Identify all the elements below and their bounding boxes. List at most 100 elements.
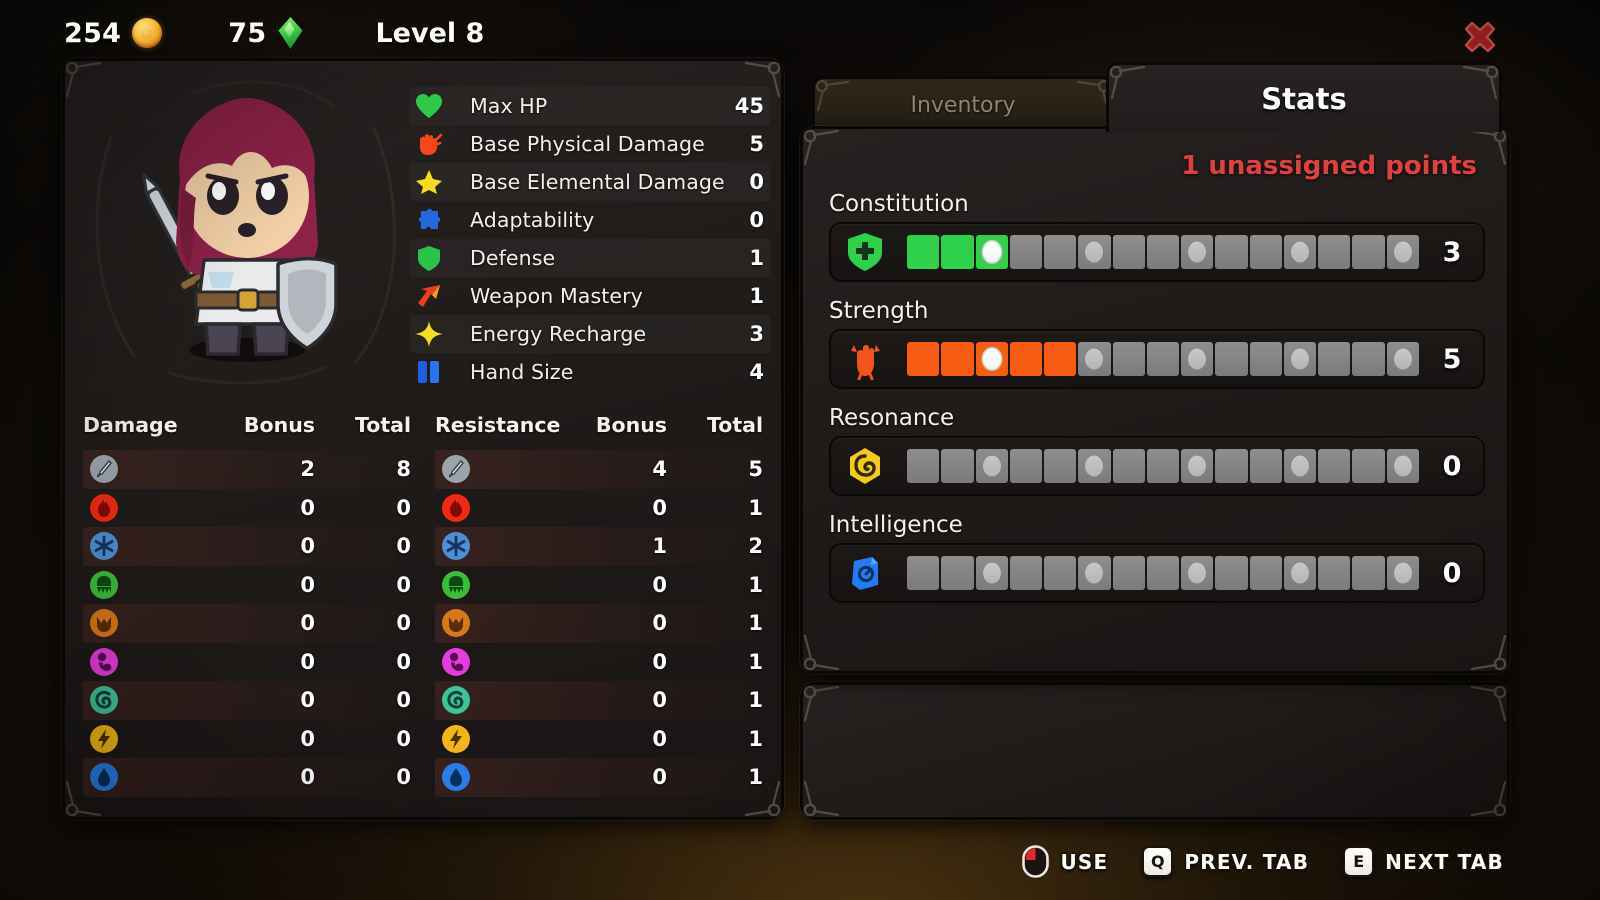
fire-icon: [441, 493, 471, 523]
attribute-pip[interactable]: [1181, 235, 1214, 269]
attribute-bar[interactable]: 0: [829, 543, 1485, 603]
attribute-pip[interactable]: [1044, 342, 1077, 376]
attribute-pip[interactable]: [941, 342, 974, 376]
attribute-pip[interactable]: [1112, 235, 1145, 269]
attribute-pip[interactable]: [1318, 235, 1351, 269]
attribute-bar[interactable]: 0: [829, 436, 1485, 496]
coin-icon: [132, 18, 163, 48]
resistance-bonus: 0: [652, 726, 667, 751]
attribute-pip[interactable]: [1078, 556, 1111, 590]
attribute-pip[interactable]: [975, 449, 1008, 483]
attribute-pip[interactable]: [1283, 449, 1317, 483]
attribute-pip[interactable]: [1352, 235, 1385, 269]
attribute-pip[interactable]: [1318, 449, 1351, 483]
attribute-pip[interactable]: [1386, 235, 1419, 269]
attribute-pip[interactable]: [1386, 449, 1419, 483]
attribute-pip[interactable]: [907, 235, 940, 269]
attribute-pip[interactable]: [941, 449, 974, 483]
resistance-table-header: Resistance Bonus Total: [435, 413, 767, 447]
resistance-total: 1: [748, 688, 763, 713]
damage-resistance-tables: Damage Bonus Total 28 00 00 00 00 00 00 …: [83, 413, 767, 797]
attribute-pip[interactable]: [1215, 235, 1248, 269]
attribute-pip[interactable]: [1112, 556, 1145, 590]
attribute-pip[interactable]: [1009, 449, 1043, 483]
attribute-pip[interactable]: [1078, 235, 1111, 269]
earth-icon: [441, 608, 471, 638]
attribute-pip[interactable]: [1146, 449, 1180, 483]
attribute-pip[interactable]: [1215, 556, 1248, 590]
attribute-pip[interactable]: [1215, 342, 1248, 376]
attribute-pip[interactable]: [1112, 449, 1145, 483]
tab-inventory[interactable]: Inventory: [812, 76, 1114, 132]
attribute-pip[interactable]: [1078, 342, 1111, 376]
damage-bonus: 0: [300, 649, 315, 674]
attribute-pips[interactable]: [887, 449, 1435, 483]
hint-use[interactable]: USE: [1022, 845, 1108, 878]
attribute-pip[interactable]: [907, 556, 940, 590]
attribute-pip[interactable]: [941, 556, 974, 590]
attribute-pip[interactable]: [975, 556, 1008, 590]
resistance-total: 2: [748, 534, 763, 559]
table-row: 00: [83, 527, 415, 566]
attribute-pip[interactable]: [1249, 556, 1282, 590]
attribute-pip[interactable]: [1044, 235, 1077, 269]
table-row: 01: [435, 489, 767, 528]
attribute-bar[interactable]: 5: [829, 329, 1485, 389]
attribute-pip[interactable]: [1215, 449, 1248, 483]
poison-icon: [441, 570, 471, 600]
attribute-pip[interactable]: [907, 449, 940, 483]
attribute-pip[interactable]: [1181, 449, 1214, 483]
attribute-pip[interactable]: [1146, 556, 1180, 590]
physical-sword-icon: [89, 454, 119, 484]
stat-value: 4: [749, 360, 764, 384]
water-icon: [441, 762, 471, 792]
attribute-pip[interactable]: [1146, 342, 1180, 376]
attribute-pip[interactable]: [1249, 449, 1282, 483]
attribute-pips[interactable]: [887, 556, 1435, 590]
attribute-pip[interactable]: [1009, 342, 1043, 376]
attribute-pip[interactable]: [1283, 235, 1317, 269]
attribute-pip[interactable]: [1181, 556, 1214, 590]
attribute-pip[interactable]: [1386, 556, 1419, 590]
attribute-pips[interactable]: [887, 235, 1435, 269]
corner-bolt-icon: [1470, 685, 1507, 722]
attribute-pip[interactable]: [1249, 235, 1282, 269]
gem-icon: [277, 17, 303, 49]
attribute-pip[interactable]: [1283, 556, 1317, 590]
attribute-pip[interactable]: [1044, 449, 1077, 483]
attribute-pip[interactable]: [1249, 342, 1282, 376]
tab-stats[interactable]: Stats: [1106, 62, 1502, 132]
attribute-pip[interactable]: [1181, 342, 1214, 376]
puzzle-icon: [414, 205, 444, 235]
attribute-pips[interactable]: [887, 342, 1435, 376]
key-q-icon: Q: [1142, 846, 1174, 877]
attribute-pip[interactable]: [1146, 235, 1180, 269]
hint-next-tab[interactable]: E NEXT TAB: [1343, 846, 1504, 877]
attribute-pip[interactable]: [1352, 449, 1385, 483]
attribute-label: Resonance: [829, 405, 955, 431]
attribute-pip[interactable]: [1009, 556, 1043, 590]
attribute-value: 5: [1442, 343, 1462, 375]
attribute-pip[interactable]: [1044, 556, 1077, 590]
sparkle-icon: [414, 319, 444, 349]
attribute-list: Constitution 3 Strength 5 Resonance 0 In…: [829, 191, 1485, 619]
resistance-bonus: 0: [652, 688, 667, 713]
attribute-pip[interactable]: [1283, 342, 1317, 376]
attribute-bar[interactable]: 3: [829, 222, 1485, 282]
attribute-pip[interactable]: [1386, 342, 1419, 376]
attribute-pip[interactable]: [1078, 449, 1111, 483]
hint-prev-tab[interactable]: Q PREV. TAB: [1142, 846, 1309, 877]
attribute-pip[interactable]: [1352, 342, 1385, 376]
table-row: 00: [83, 604, 415, 643]
damage-bonus: 0: [300, 534, 315, 559]
attribute-pip[interactable]: [1318, 342, 1351, 376]
attribute-pip[interactable]: [1318, 556, 1351, 590]
attribute-pip[interactable]: [975, 235, 1008, 269]
attribute-pip[interactable]: [907, 342, 940, 376]
attribute-pip[interactable]: [941, 235, 974, 269]
attribute-pip[interactable]: [1352, 556, 1385, 590]
table-row: 01: [435, 758, 767, 797]
attribute-pip[interactable]: [1112, 342, 1145, 376]
attribute-pip[interactable]: [975, 342, 1008, 376]
attribute-pip[interactable]: [1009, 235, 1043, 269]
